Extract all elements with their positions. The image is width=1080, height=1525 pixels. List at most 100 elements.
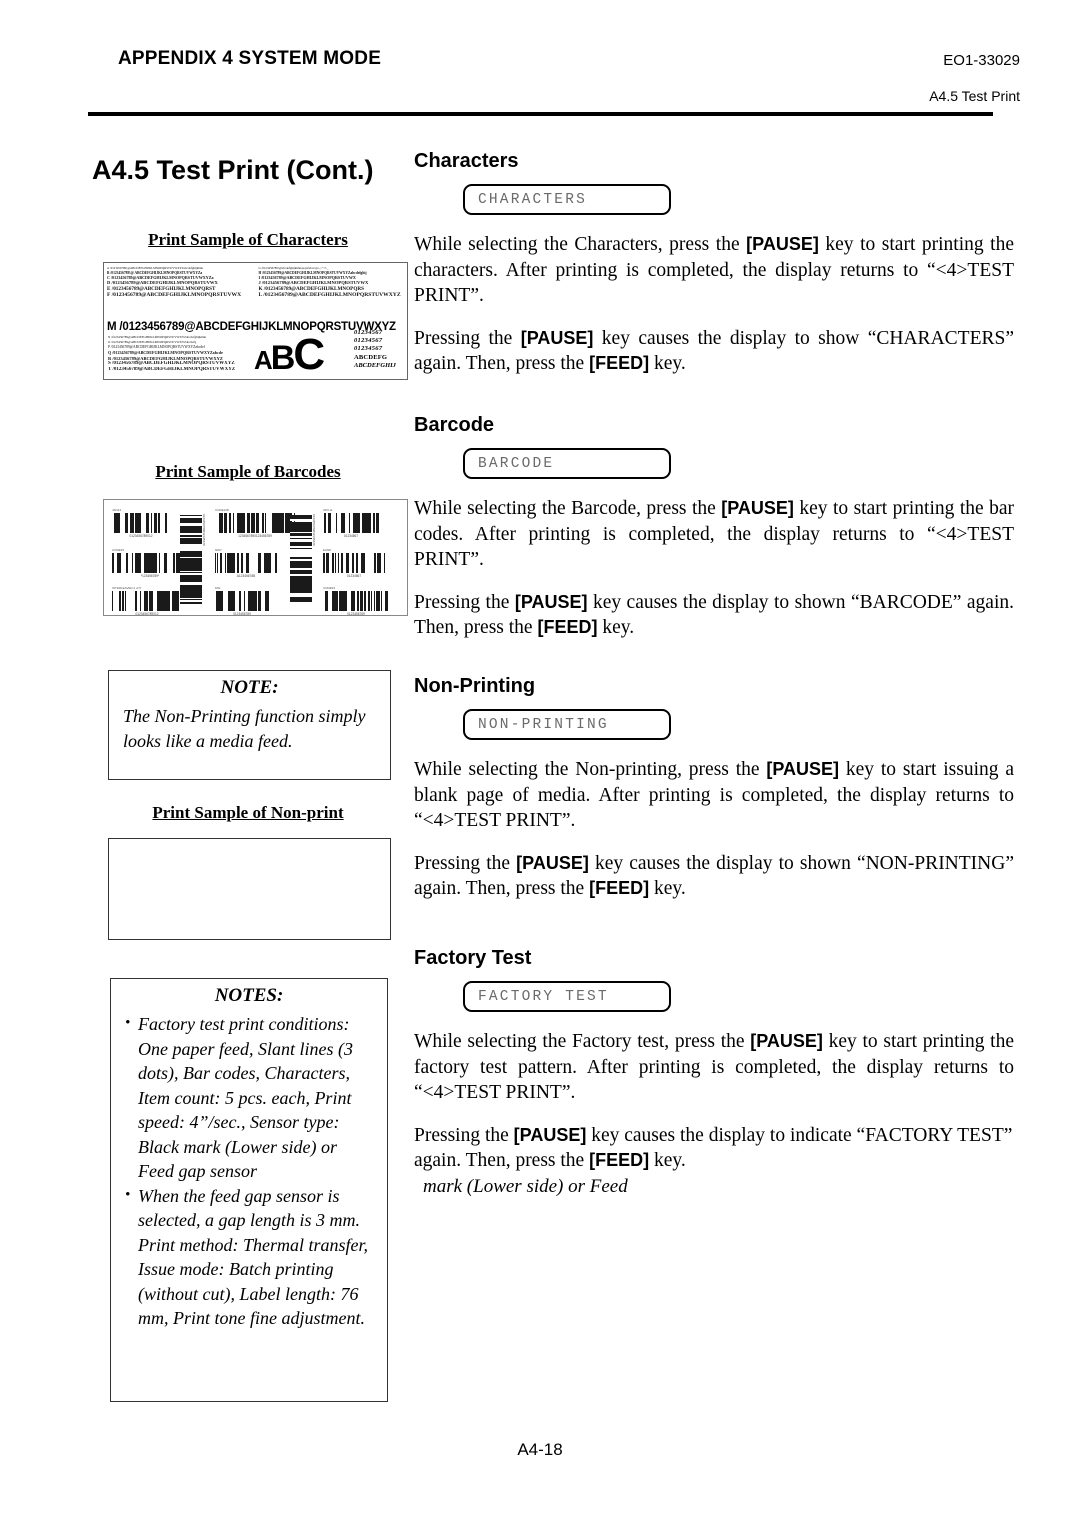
barcode-number: A12345678B [236, 573, 256, 578]
numeral-sample: ABCDEFGHIJ [354, 361, 396, 369]
barcode-number: 0123456789012345678 [312, 514, 316, 546]
key-label: [PAUSE] [721, 498, 794, 518]
notes-bullet: Factory test print conditions: One paper… [123, 1011, 375, 1184]
note-body: The Non-Printing function simply looks l… [123, 706, 366, 751]
key-label: [PAUSE] [516, 852, 589, 873]
logo-letter-a: A [254, 345, 273, 375]
barcode-caption: CODE93 [323, 586, 336, 590]
lcd-display-text: NON-PRINTING [478, 716, 609, 733]
numeral-sample: 01234567 [354, 329, 383, 336]
barcode-print-sample-image: JAN13 0123456789012 CODE39 *123456789* INTER… [103, 499, 408, 616]
key-label: [PAUSE] [766, 759, 840, 779]
instruction-paragraph: Pressing the [PAUSE] key causes the disp… [414, 852, 1014, 900]
barcode-number: 01234567 [346, 573, 362, 578]
page-footer: A4-18 [517, 1440, 563, 1459]
key-label: [FEED] [589, 878, 650, 898]
barcode-bars [323, 553, 385, 573]
key-label: [PAUSE] [513, 1124, 587, 1145]
instruction-paragraph: Pressing the [PAUSE] key causes the disp… [414, 327, 1014, 375]
stray-italic-line: mark (Lower side) or Feed [423, 1175, 628, 1197]
header-section-reference: A4.5 Test Print [929, 88, 1020, 104]
barcode-bars [323, 513, 379, 533]
numeral-sample: ABCDEFG [354, 353, 388, 361]
barcode-item: INTERLEAVED 2 of 5 0123456789012 [112, 586, 182, 616]
notes-bullet: When the feed gap sensor is selected, a … [123, 1183, 375, 1233]
barcode-number: 0123456789012 [135, 611, 159, 616]
lcd-display-text: BARCODE [478, 455, 555, 472]
instruction-paragraph: Pressing the [PAUSE] key causes the disp… [414, 1124, 1013, 1172]
character-sample-row: L /0123456789@ABCDEFGHIJKLMNOPQRSTUVWXYZ [258, 292, 401, 299]
barcode-bars [112, 513, 170, 533]
character-sample-left-rows: A /0123456789!@ABCDEFGHIJKLMNOPQRSTUVWXY… [107, 266, 253, 299]
logo-letter-c: C [293, 330, 325, 379]
section-barcode: Barcode BARCODE While selecting the Barcod… [414, 414, 1014, 641]
barcode-bars [112, 553, 188, 573]
barcode-number: 0123456789012345678 [202, 514, 206, 546]
barcode-item: NW7 A12345678B [215, 548, 277, 578]
nonprint-sample-image [108, 838, 391, 940]
barcode-number: 0123456789012 [129, 533, 153, 538]
key-label: [PAUSE] [746, 234, 819, 254]
lcd-display: CHARACTERS [463, 184, 671, 215]
barcode-number: *123456789* [140, 573, 160, 578]
page-title: A4.5 Test Print (Cont.) [92, 155, 374, 185]
barcode-caption: CODE128 [215, 508, 229, 512]
character-sample-numerals: 01234567 01234567 01234567 ABCDEFG ABCDE… [354, 329, 407, 370]
barcode-item: CODE93 0123456789 [323, 586, 389, 616]
barcode-item: MSI 0123456789 [215, 586, 269, 616]
barcode-bars [180, 515, 202, 605]
section-heading: Characters [414, 150, 519, 172]
key-label: [FEED] [537, 617, 598, 637]
instruction-paragraph: While selecting the Barcode, press the [… [414, 498, 1014, 570]
document-page: APPENDIX 4 SYSTEM MODE EO1-33029 A4.5 Te… [0, 0, 1080, 1525]
logo-letter-b: B [270, 339, 296, 377]
key-label: [FEED] [589, 353, 650, 373]
print-sample-characters-heading: Print Sample of Characters [148, 230, 348, 249]
barcode-item: JAN13 0123456789012 [112, 508, 170, 538]
lcd-display: FACTORY TEST [463, 981, 671, 1012]
print-sample-nonprint-heading: Print Sample of Non-print [152, 803, 344, 822]
barcode-item: EAN8 01234567 [323, 548, 385, 578]
barcode-bars [215, 591, 269, 611]
lcd-display-text: FACTORY TEST [478, 988, 609, 1005]
notes-title: NOTES: [214, 985, 284, 1006]
note-box: NOTE: The Non-Printing function simply l… [108, 670, 391, 780]
barcode-bars [290, 515, 312, 605]
character-sample-right-rows: G /0123456789!@abcdefghijklmnopqrstuvwxy… [258, 266, 404, 299]
numeral-sample: 01234567 [354, 337, 383, 345]
key-label: [PAUSE] [520, 327, 594, 348]
section-heading: Non-Printing [414, 675, 536, 697]
barcode-caption: CODE39 [112, 548, 125, 552]
barcode-item: CODE39 *123456789* [112, 548, 188, 578]
barcode-item-vertical: 0123456789012345678 [180, 514, 206, 605]
numeral-sample: 01234567 [354, 345, 383, 353]
lcd-display-text: CHARACTERS [478, 191, 588, 208]
barcode-bars [215, 513, 295, 533]
barcode-caption: EAN8 [323, 548, 331, 552]
barcode-bars [112, 591, 182, 611]
header-divider [88, 112, 993, 116]
barcode-caption: MSI [215, 586, 221, 590]
barcode-item: UPC-E 01234567 [323, 508, 379, 538]
barcode-caption: UPC-E [323, 508, 333, 512]
key-label: [FEED] [589, 1150, 650, 1170]
key-label: [PAUSE] [514, 591, 588, 612]
key-label: [PAUSE] [750, 1031, 823, 1051]
character-sample-abc-logo: ABC [254, 330, 325, 379]
barcode-item-vertical: 0123456789012345678 [290, 514, 316, 605]
notes-trailing-text: Print method: Thermal transfer, Issue mo… [138, 1234, 369, 1329]
instruction-paragraph: While selecting the Factory test, press … [414, 1031, 1014, 1103]
notes-box: NOTES: Factory test print conditions: On… [110, 978, 388, 1402]
section-characters: Characters CHARACTERS While selecting the … [414, 150, 1014, 377]
lcd-display: BARCODE [463, 448, 671, 479]
barcode-caption: NW7 [215, 548, 222, 552]
instruction-paragraph: Pressing the [PAUSE] key causes the disp… [414, 591, 1014, 639]
instruction-paragraph: While selecting the Non-printing, press … [414, 759, 1014, 831]
note-title: NOTE: [220, 677, 279, 698]
instruction-paragraph: While selecting the Characters, press th… [414, 234, 1015, 306]
header-document-code: EO1-33029 [943, 52, 1020, 69]
section-heading: Factory Test [414, 947, 532, 969]
section-non-printing: Non-Printing NON-PRINTING While selecting … [414, 675, 1014, 902]
barcode-number: 01234567 [343, 533, 359, 538]
barcode-caption: JAN13 [112, 508, 122, 512]
